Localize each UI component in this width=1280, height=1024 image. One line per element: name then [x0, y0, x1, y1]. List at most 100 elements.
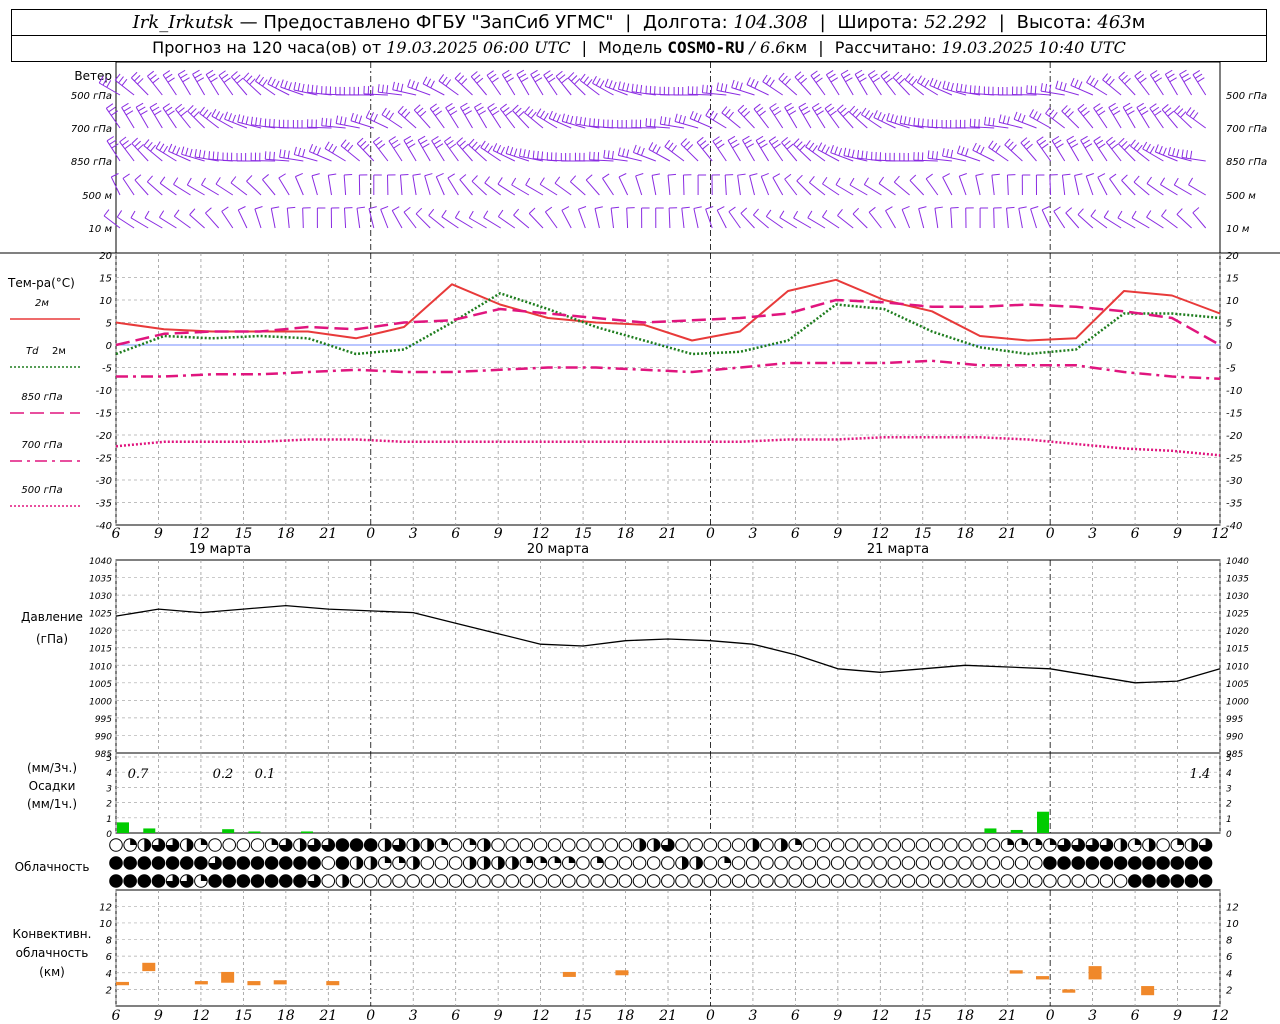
wind-barb-staff — [501, 74, 516, 96]
wind-barb-staff — [1176, 214, 1192, 229]
wind-barb-staff — [460, 106, 473, 129]
wind-barb-staff — [693, 208, 699, 229]
wind-barb-feather — [232, 114, 236, 123]
wind-barb-feather — [802, 110, 811, 116]
cloud-symbol — [873, 856, 887, 870]
cloud-symbol — [944, 856, 958, 870]
wind-barb-feather — [1045, 106, 1051, 114]
wind-barb-feather — [480, 140, 486, 148]
wind-barb-staff — [119, 141, 135, 162]
cloud-fill — [781, 838, 788, 852]
cloud-circle — [363, 838, 378, 852]
cloud-circle — [802, 838, 817, 852]
wind-barb-staff — [610, 208, 614, 229]
wind-barb-feather — [432, 106, 440, 113]
wind-barb-feather — [1002, 115, 1006, 124]
x-tick-label: 6 — [451, 1008, 460, 1024]
wind-barb-staff — [443, 141, 459, 162]
cloud-symbol — [632, 838, 647, 852]
wind-barb — [407, 79, 431, 96]
x-tick-label: 12 — [871, 526, 889, 542]
wind-barb-feather — [872, 77, 881, 83]
wind-barb-feather — [392, 81, 395, 90]
cloud-symbol — [505, 874, 520, 888]
wind-barb — [1090, 209, 1108, 229]
cloud-circle — [165, 856, 180, 870]
wind-barb — [956, 145, 981, 162]
wind-barb-feather — [597, 118, 600, 127]
wind-barb-feather — [1059, 81, 1063, 90]
wind-barb-feather — [1006, 116, 1010, 125]
wind-barb-staff — [144, 217, 163, 229]
cloud-symbol — [378, 838, 392, 852]
prec-ytick-right: 5 — [1226, 754, 1232, 764]
cloud-symbol — [675, 874, 689, 888]
wind-barb-feather — [781, 137, 788, 143]
wind-barb-feather — [412, 173, 421, 176]
wind-barb-feather — [942, 148, 945, 157]
x-tick-label: 12 — [532, 1008, 550, 1024]
cloud-circle — [1028, 874, 1043, 888]
wind-barb — [186, 177, 205, 196]
wind-barb-staff — [772, 177, 784, 196]
cloud-symbol — [1071, 874, 1085, 888]
wind-barb-feather — [1020, 137, 1028, 144]
x-tick-label: 3 — [748, 526, 757, 542]
wind-barb-feather — [468, 210, 474, 219]
wind-barb — [892, 71, 910, 96]
wind-barb-feather — [532, 150, 535, 159]
cloud-symbol — [1142, 838, 1156, 852]
wind-barb-staff — [470, 76, 487, 96]
wind-barb-feather — [583, 117, 587, 126]
x-tick-label: 15 — [574, 1008, 592, 1024]
wind-barb-staff — [1074, 175, 1080, 196]
wind-barb-feather — [908, 117, 911, 126]
wind-barb-feather — [1130, 139, 1136, 147]
wind-barb-feather — [134, 140, 141, 147]
cloud-circle — [1000, 874, 1015, 888]
wind-barb-staff — [403, 211, 417, 229]
wind-barb-feather — [570, 75, 578, 82]
cloud-circle — [1128, 856, 1142, 870]
cloud-circle — [929, 874, 944, 888]
wind-barb-feather — [111, 143, 119, 149]
wind-barb — [222, 152, 247, 162]
wind-barb — [927, 150, 952, 162]
wind-barb-feather — [422, 143, 430, 149]
wind-barb-feather — [1151, 106, 1160, 113]
pres-ytick-left: 990 — [95, 732, 112, 742]
wind-barb — [134, 174, 149, 196]
wind-barb-feather — [585, 174, 593, 181]
wind-barb — [1117, 210, 1136, 229]
wind-barb-feather — [808, 175, 815, 183]
cloud-circle — [434, 856, 449, 870]
wind-barb — [578, 206, 587, 229]
cloud-symbol — [137, 838, 152, 852]
wind-barb-feather — [1010, 144, 1017, 151]
wind-barb — [236, 152, 262, 162]
cloud-circle — [717, 838, 732, 852]
wind-barb-feather — [558, 74, 566, 81]
wind-barb-feather — [400, 108, 407, 116]
wind-barb-feather — [378, 143, 386, 150]
wind-barb-feather — [712, 136, 720, 142]
cloud-symbol — [1128, 856, 1142, 870]
wind-barb — [885, 152, 910, 162]
cloud-circle — [208, 838, 222, 852]
wind-barb-feather — [150, 144, 156, 152]
wind-barb-feather — [739, 82, 743, 91]
cloud-circle — [349, 838, 364, 852]
wind-barb-feather — [956, 145, 961, 154]
pres-ytick-right: 1000 — [1226, 697, 1249, 707]
wind-barb-feather — [1139, 77, 1147, 84]
wind-barb-feather — [245, 116, 249, 125]
wind-barb-staff — [1134, 75, 1150, 96]
prec-ytick-right: 3 — [1226, 784, 1232, 794]
cloud-circle — [547, 874, 562, 888]
wind-barb — [363, 85, 388, 96]
wind-barb — [1026, 85, 1051, 96]
wind-barb-feather — [693, 112, 698, 121]
wind-barb-feather — [278, 173, 286, 179]
wind-barb-feather — [489, 106, 498, 112]
wind-barb — [1109, 173, 1122, 196]
